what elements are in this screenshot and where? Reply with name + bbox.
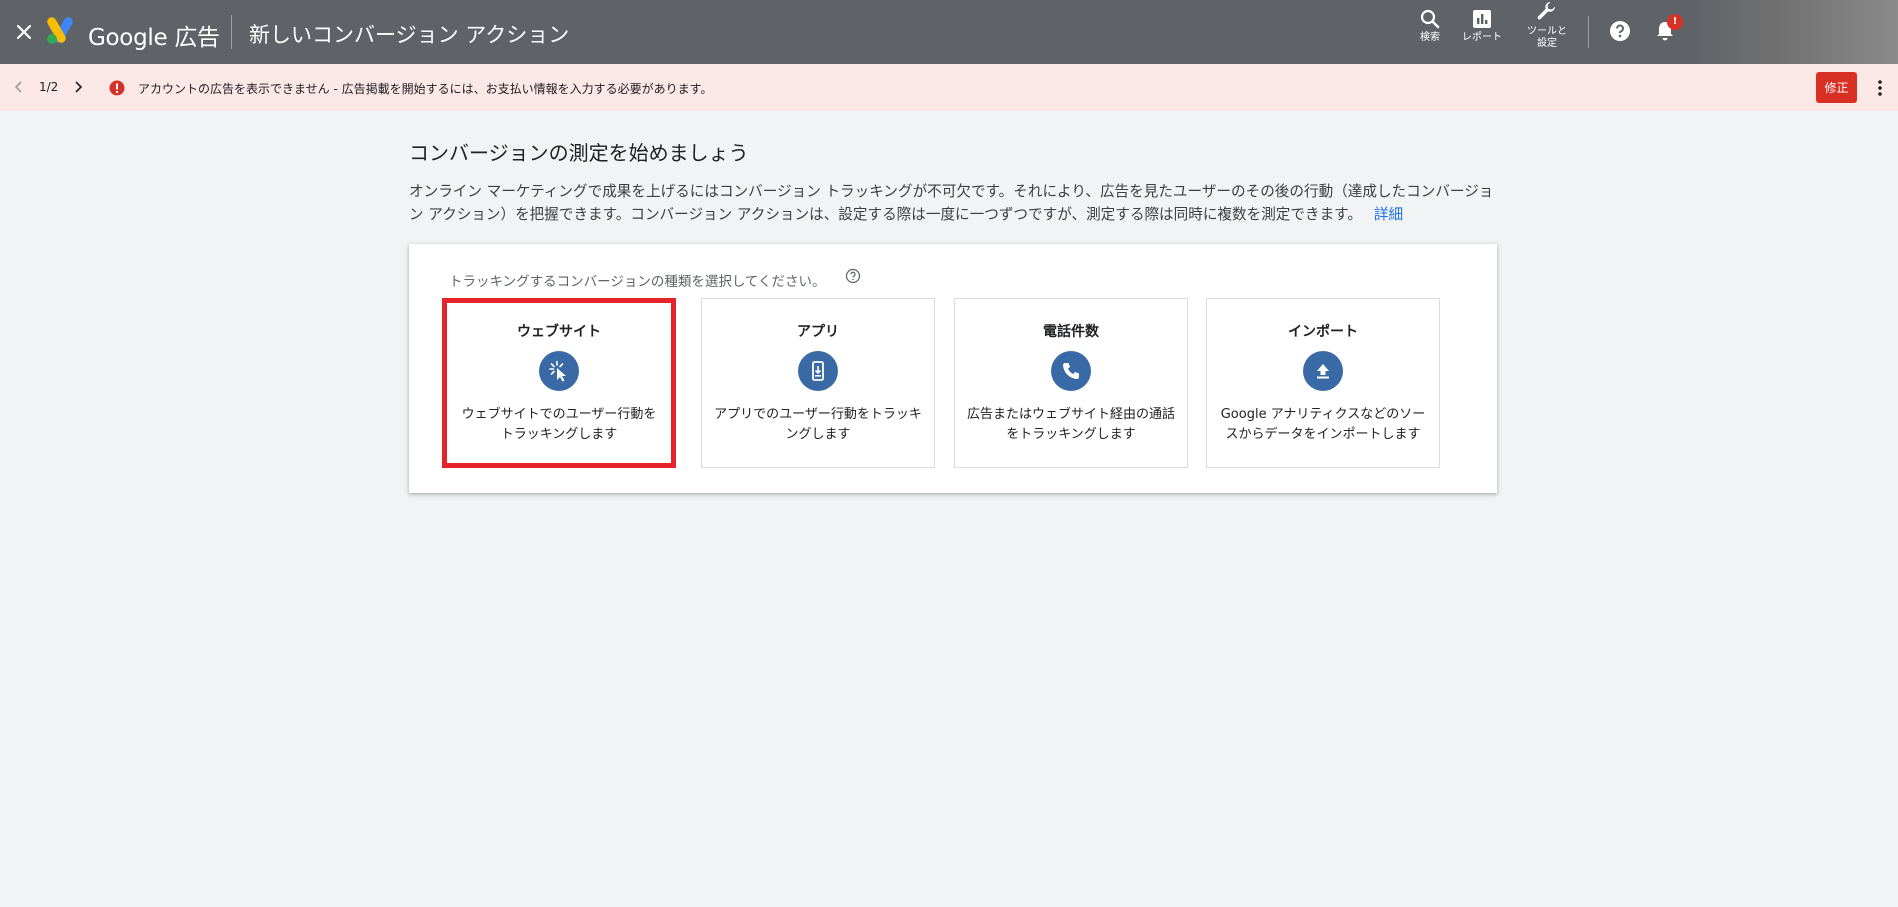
option-description: アプリでのユーザー行動をトラッキングします [714, 407, 922, 442]
search-icon [1420, 9, 1440, 29]
page-title: 新しいコンバージョン アクション [249, 23, 570, 47]
option-app[interactable]: アプリ アプリでのユーザー行動をトラッキングします [701, 298, 935, 468]
next-alert-button[interactable] [70, 79, 86, 95]
option-title: インポート [1288, 324, 1358, 340]
option-phone-calls[interactable]: 電話件数 広告またはウェブサイト経由の通話をトラッキングします [954, 298, 1188, 468]
account-area[interactable] [1690, 0, 1898, 64]
bar-chart-icon [1473, 10, 1491, 28]
intro-body: オンライン マーケティングで成果を上げるにはコンバージョン トラッキングが不可欠… [409, 183, 1494, 223]
tools-label: ツールと 設定 [1527, 26, 1567, 49]
cursor-click-icon [539, 351, 579, 391]
more-options-button[interactable] [1872, 76, 1888, 100]
help-icon [1610, 21, 1630, 41]
close-icon[interactable] [10, 18, 38, 46]
option-title: ウェブサイト [517, 324, 601, 340]
phone-icon [1051, 351, 1091, 391]
reports-button[interactable]: レポート [1451, 8, 1513, 58]
wrench-icon [1537, 1, 1556, 20]
prev-alert-button[interactable] [11, 79, 27, 95]
alert-pager: 1/2 [39, 80, 59, 94]
error-icon [109, 80, 125, 96]
intro-text: オンライン マーケティングで成果を上げるにはコンバージョン トラッキングが不可欠… [409, 180, 1499, 226]
option-title: アプリ [797, 324, 839, 340]
notification-badge: ! [1667, 14, 1683, 30]
chevron-right-icon [75, 81, 83, 93]
learn-more-link[interactable]: 詳細 [1374, 206, 1403, 223]
option-description: Google アナリティクスなどのソースからデータをインポートします [1220, 407, 1426, 442]
alert-bar: 1/2 アカウントの広告を表示できません - 広告掲載を開始するには、お支払い情… [0, 64, 1898, 111]
upload-icon [1303, 351, 1343, 391]
option-description: 広告またはウェブサイト経由の通話をトラッキングします [966, 407, 1175, 442]
option-website[interactable]: ウェブサイト ウェブサイトでのユーザー行動をトラッキングします [442, 298, 676, 468]
google-ads-logo-icon [46, 17, 78, 45]
conversion-type-card: トラッキングするコンバージョンの種類を選択してください。 ウェブサイト ウェブサ… [409, 244, 1497, 493]
selection-prompt: トラッキングするコンバージョンの種類を選択してください。 [449, 274, 826, 290]
alert-message: アカウントの広告を表示できません - 広告掲載を開始するには、お支払い情報を入力… [138, 82, 713, 96]
reports-label: レポート [1462, 32, 1502, 43]
section-heading: コンバージョンの測定を始めましょう [409, 141, 749, 165]
header-divider [231, 15, 232, 49]
chevron-left-icon [14, 81, 22, 93]
more-vert-icon [1878, 80, 1882, 96]
fix-button[interactable]: 修正 [1816, 72, 1857, 103]
tools-settings-button[interactable]: ツールと 設定 [1516, 0, 1578, 50]
top-app-bar: Google 広告 新しいコンバージョン アクション 検索 レポート ツールと … [0, 0, 1898, 64]
help-outline-icon[interactable] [845, 268, 861, 284]
option-description: ウェブサイトでのユーザー行動をトラッキングします [461, 407, 657, 442]
header-separator [1588, 16, 1589, 48]
search-label: 検索 [1420, 32, 1440, 43]
help-button[interactable] [1605, 16, 1635, 46]
option-import[interactable]: インポート Google アナリティクスなどのソースからデータをインポートします [1206, 298, 1440, 468]
option-title: 電話件数 [1043, 324, 1099, 340]
mobile-download-icon [798, 351, 838, 391]
brand-name: Google 広告 [88, 25, 220, 51]
